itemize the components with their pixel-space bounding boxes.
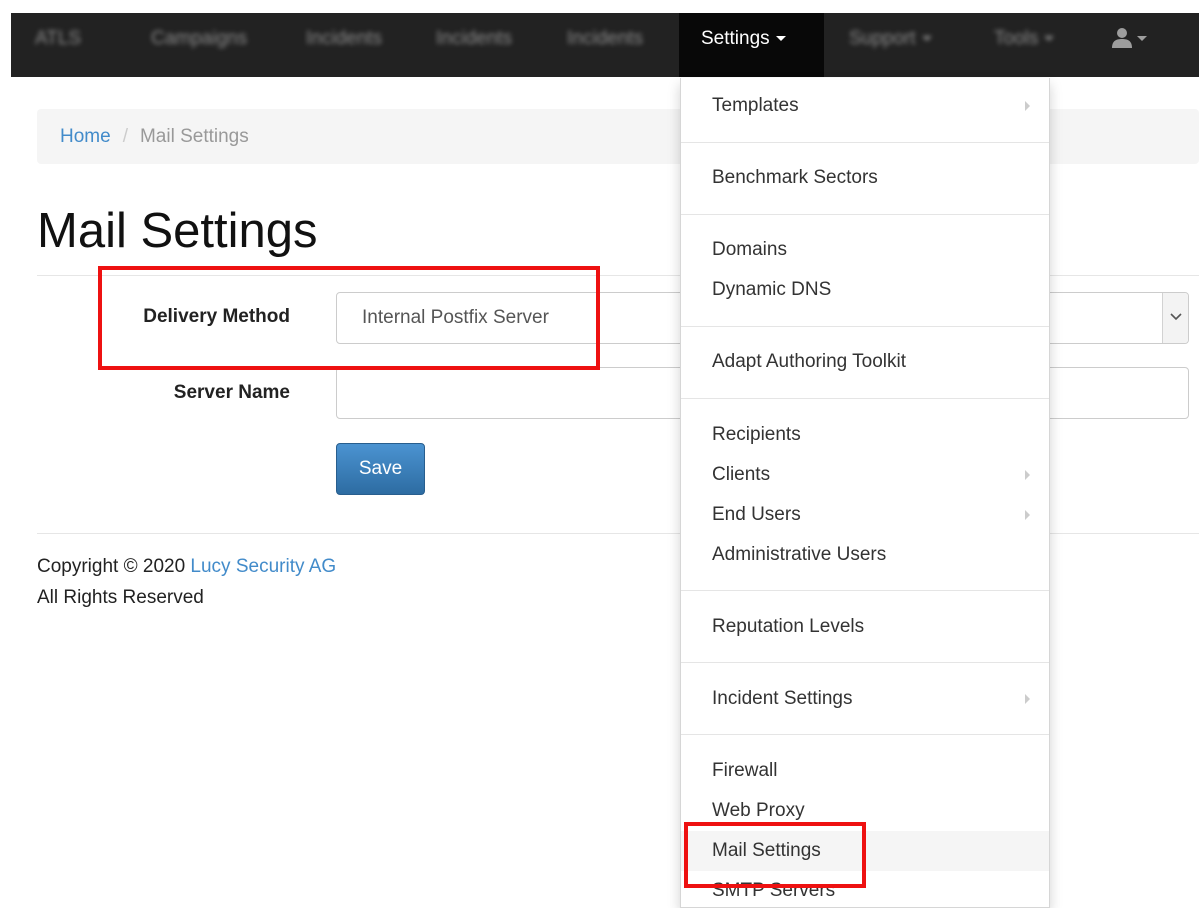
mail-settings-highlight-box bbox=[684, 822, 866, 888]
menu-divider bbox=[681, 734, 1049, 735]
company-link[interactable]: Lucy Security AG bbox=[190, 556, 336, 577]
delivery-method-highlight-box bbox=[98, 266, 600, 370]
breadcrumb-current: Mail Settings bbox=[139, 126, 249, 147]
menu-divider bbox=[681, 142, 1049, 143]
rights-text: All Rights Reserved bbox=[37, 587, 204, 608]
menu-item-label: Dynamic DNS bbox=[712, 279, 832, 300]
menu-item-firewall[interactable]: Firewall bbox=[681, 751, 1049, 791]
caret-right-icon bbox=[1025, 470, 1030, 480]
chevron-down-icon bbox=[1170, 313, 1182, 321]
nav-menu-support-label: Support bbox=[849, 28, 916, 49]
select-arrow[interactable] bbox=[1162, 293, 1188, 343]
footer: Copyright © 2020 Lucy Security AG All Ri… bbox=[37, 551, 336, 613]
user-menu[interactable] bbox=[1111, 27, 1155, 51]
copyright-line: Copyright © 2020 Lucy Security AG bbox=[37, 551, 336, 582]
menu-item-recipients[interactable]: Recipients bbox=[681, 415, 1049, 455]
nav-item-incidents-1[interactable]: Incidents bbox=[306, 13, 382, 77]
caret-down-icon bbox=[921, 36, 932, 42]
menu-item-domains[interactable]: Domains bbox=[681, 230, 1049, 270]
caret-down-icon bbox=[1044, 36, 1055, 42]
user-icon bbox=[1112, 28, 1132, 48]
caret-right-icon bbox=[1025, 694, 1030, 704]
nav-item-campaigns[interactable]: Campaigns bbox=[151, 13, 247, 77]
menu-item-templates[interactable]: Templates bbox=[681, 86, 1049, 126]
brand-logo[interactable]: ATLS bbox=[35, 13, 81, 77]
nav-menu-tools[interactable]: Tools bbox=[994, 13, 1055, 77]
nav-menu-support[interactable]: Support bbox=[849, 13, 932, 77]
menu-item-label: Domains bbox=[712, 239, 787, 260]
nav-item-incidents-3[interactable]: Incidents bbox=[567, 13, 643, 77]
menu-item-benchmark-sectors[interactable]: Benchmark Sectors bbox=[681, 158, 1049, 198]
menu-item-dynamic-dns[interactable]: Dynamic DNS bbox=[681, 270, 1049, 310]
save-button[interactable]: Save bbox=[336, 443, 425, 495]
menu-item-label: Benchmark Sectors bbox=[712, 167, 878, 188]
nav-item-incidents-2[interactable]: Incidents bbox=[436, 13, 512, 77]
caret-down-icon bbox=[775, 36, 786, 42]
menu-item-reputation-levels[interactable]: Reputation Levels bbox=[681, 607, 1049, 647]
menu-item-end-users[interactable]: End Users bbox=[681, 495, 1049, 535]
menu-item-label: Incident Settings bbox=[712, 688, 853, 709]
menu-item-label: Web Proxy bbox=[712, 800, 805, 821]
menu-item-label: Recipients bbox=[712, 424, 801, 445]
page-title: Mail Settings bbox=[37, 204, 318, 258]
menu-item-label: End Users bbox=[712, 504, 801, 525]
menu-item-label: Adapt Authoring Toolkit bbox=[712, 351, 907, 372]
nav-menu-settings[interactable]: Settings bbox=[679, 13, 824, 77]
breadcrumb-separator: / bbox=[122, 126, 128, 147]
menu-item-label: Clients bbox=[712, 464, 771, 485]
menu-divider bbox=[681, 214, 1049, 215]
copyright-text: Copyright © 2020 bbox=[37, 556, 186, 577]
menu-divider bbox=[681, 662, 1049, 663]
breadcrumb-home-link[interactable]: Home bbox=[60, 126, 111, 147]
caret-down-icon bbox=[1137, 36, 1147, 41]
caret-right-icon bbox=[1025, 510, 1030, 520]
server-name-label: Server Name bbox=[173, 382, 290, 403]
menu-item-incident-settings[interactable]: Incident Settings bbox=[681, 679, 1049, 719]
settings-dropdown-menu: Templates Benchmark Sectors Domains Dyna… bbox=[680, 78, 1050, 908]
top-navbar: ATLS Campaigns Incidents Incidents Incid… bbox=[11, 13, 1199, 77]
menu-item-label: Reputation Levels bbox=[712, 616, 865, 637]
menu-divider bbox=[681, 398, 1049, 399]
menu-divider bbox=[681, 590, 1049, 591]
menu-item-clients[interactable]: Clients bbox=[681, 455, 1049, 495]
menu-item-label: Administrative Users bbox=[712, 544, 887, 565]
nav-menu-tools-label: Tools bbox=[994, 28, 1039, 49]
caret-right-icon bbox=[1025, 101, 1030, 111]
nav-menu-settings-label: Settings bbox=[701, 28, 770, 49]
menu-item-label: Templates bbox=[712, 95, 799, 116]
menu-item-adapt-authoring-toolkit[interactable]: Adapt Authoring Toolkit bbox=[681, 342, 1049, 382]
menu-item-administrative-users[interactable]: Administrative Users bbox=[681, 535, 1049, 575]
menu-item-label: Firewall bbox=[712, 760, 778, 781]
menu-divider bbox=[681, 326, 1049, 327]
